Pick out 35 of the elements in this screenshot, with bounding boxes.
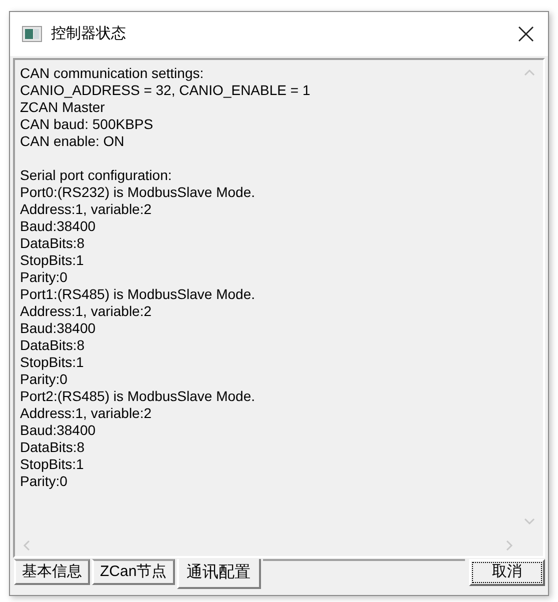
cancel-button[interactable]: 取消 — [469, 559, 545, 586]
text-line: Parity:0 — [20, 269, 68, 286]
text-line: Baud:38400 — [20, 422, 96, 439]
text-line: CAN baud: 500KBPS — [20, 116, 154, 133]
text-line: Parity:0 — [20, 473, 68, 490]
text-line: DataBits:8 — [20, 439, 85, 456]
scroll-right-icon[interactable] — [506, 540, 513, 551]
text-line: StopBits:1 — [20, 456, 84, 473]
text-line: Baud:38400 — [20, 320, 96, 337]
text-line: StopBits:1 — [20, 354, 84, 371]
text-line: DataBits:8 — [20, 235, 85, 252]
app-icon — [22, 26, 42, 42]
tab[interactable]: ZCan节点 — [92, 559, 175, 585]
close-icon[interactable] — [518, 26, 534, 42]
text-line: StopBits:1 — [20, 252, 84, 269]
text-line: Address:1, variable:2 — [20, 201, 152, 218]
text-line: Address:1, variable:2 — [20, 303, 152, 320]
text-line: CAN communication settings: — [20, 65, 204, 82]
tab[interactable]: 通讯配置 — [176, 559, 261, 589]
text-line: Baud:38400 — [20, 218, 96, 235]
tab[interactable]: 基本信息 — [14, 559, 90, 585]
scroll-left-icon[interactable] — [23, 540, 30, 551]
text-line: Port0:(RS232) is ModbusSlave Mode. — [20, 184, 255, 201]
scroll-down-icon[interactable] — [524, 518, 535, 525]
text-line: ZCAN Master — [20, 99, 105, 116]
window-title: 控制器状态 — [51, 24, 126, 44]
text-line: CAN enable: ON — [20, 133, 124, 150]
text-line: Port2:(RS485) is ModbusSlave Mode. — [20, 388, 255, 405]
text-line: Port1:(RS485) is ModbusSlave Mode. — [20, 286, 255, 303]
text-line: Parity:0 — [20, 371, 68, 388]
text-line: DataBits:8 — [20, 337, 85, 354]
text-line: Address:1, variable:2 — [20, 405, 152, 422]
text-line: CANIO_ADDRESS = 32, CANIO_ENABLE = 1 — [20, 82, 310, 99]
scroll-up-icon[interactable] — [524, 69, 535, 76]
text-line: Serial port configuration: — [20, 167, 172, 184]
